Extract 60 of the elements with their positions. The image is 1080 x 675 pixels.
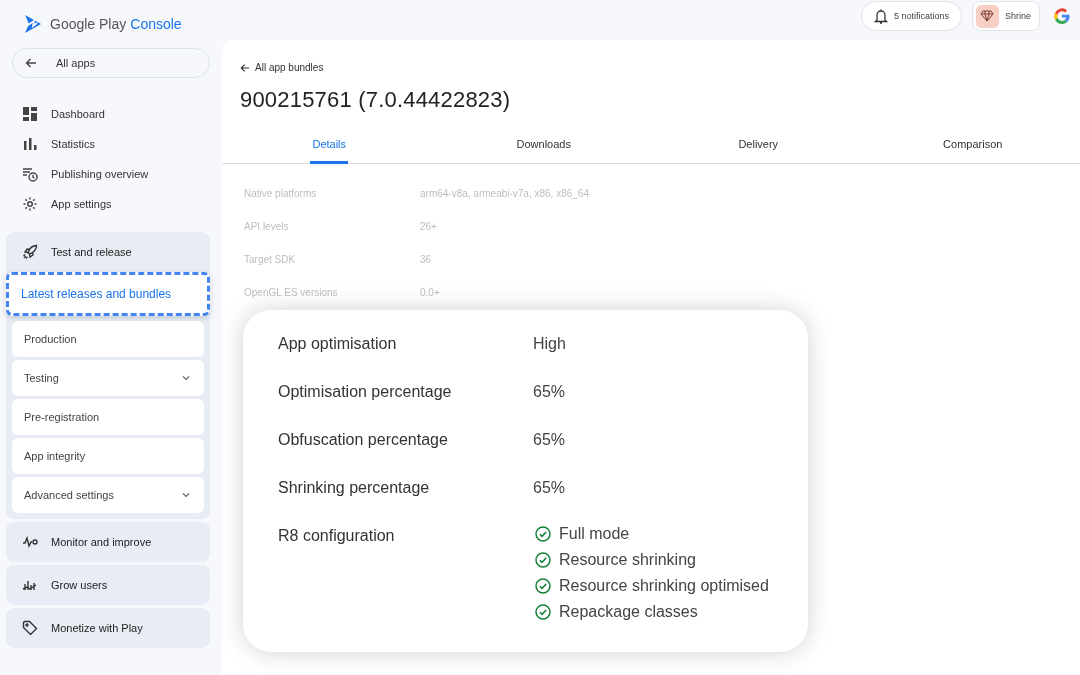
tab[interactable]: Comparison (941, 133, 1005, 164)
detail-value: 65% (533, 479, 566, 497)
logo-brand: Google Play (50, 16, 127, 32)
bar-chart-icon (22, 136, 38, 152)
back-arrow-icon (240, 62, 250, 73)
option-label: Resource shrinking (559, 551, 696, 569)
logo-product: Console (130, 16, 182, 32)
nav-group-item[interactable]: Grow users (6, 565, 210, 605)
dashboard-icon (22, 106, 38, 122)
detail-value: 36 (420, 254, 432, 265)
google-logo-icon[interactable] (1054, 8, 1070, 24)
detail-value: 65% (533, 431, 566, 449)
detail-value: High (533, 335, 566, 353)
notifications-button[interactable]: 5 notifications (860, 1, 962, 31)
tab[interactable]: Details (310, 133, 349, 164)
back-link[interactable]: All app bundles (240, 62, 324, 73)
bell-icon (873, 8, 888, 24)
nav-group-item[interactable]: Monetize with Play (6, 608, 210, 648)
nav-item[interactable]: Statistics (0, 129, 222, 159)
play-logo-icon (23, 14, 43, 34)
sub-nav-item[interactable]: Production (12, 321, 204, 357)
tab[interactable]: Downloads (514, 133, 573, 164)
back-arrow-icon (25, 57, 37, 69)
detail-value: 26+ (420, 221, 437, 232)
list-clock-icon (22, 166, 38, 182)
chevron-down-icon (182, 375, 190, 381)
detail-label: R8 configuration (278, 527, 396, 545)
detail-value: 65% (533, 383, 566, 401)
tab[interactable]: Delivery (736, 133, 781, 164)
detail-label: OpenGL ES versions (244, 287, 339, 298)
detail-label: Native platforms (244, 188, 318, 199)
nav-item[interactable]: Publishing overview (0, 159, 222, 189)
detail-label: Obfuscation percentage (278, 431, 449, 449)
all-apps-button[interactable]: All apps (12, 48, 210, 78)
detail-value: 0.0+ (420, 287, 440, 298)
sub-nav-item[interactable]: App integrity (12, 438, 204, 474)
sub-nav-item[interactable]: Testing (12, 360, 204, 396)
tag-icon (22, 620, 38, 636)
detail-label: Target SDK (244, 254, 297, 265)
nav-item[interactable]: Dashboard (0, 99, 222, 129)
detail-label: API levels (244, 221, 290, 232)
diamond-icon (980, 10, 995, 22)
detail-value: arm64-v8a, armeabi-v7a, x86, x86_64 (420, 188, 589, 199)
pulse-icon (22, 534, 38, 550)
account-button[interactable]: Shrine (972, 1, 1040, 31)
detail-label: App optimisation (278, 335, 398, 353)
option-label: Resource shrinking optimised (559, 577, 769, 595)
rocket-icon (22, 244, 38, 260)
sub-nav-item[interactable]: Latest releases and bundles (6, 272, 210, 316)
sub-nav-item[interactable]: Pre-registration (12, 399, 204, 435)
nav-group-item[interactable]: Monitor and improve (6, 522, 210, 562)
page-title: 900215761 (7.0.44422823) (240, 87, 512, 113)
chevron-down-icon (182, 492, 190, 498)
option-label: Full mode (559, 525, 630, 543)
option-label: Repackage classes (559, 603, 698, 621)
detail-label: Shrinking percentage (278, 479, 431, 497)
detail-label: Optimisation percentage (278, 383, 453, 401)
nav-group-item[interactable]: Test and release (6, 232, 210, 272)
nav-item[interactable]: App settings (0, 189, 222, 219)
sub-nav-item[interactable]: Advanced settings (12, 477, 204, 513)
